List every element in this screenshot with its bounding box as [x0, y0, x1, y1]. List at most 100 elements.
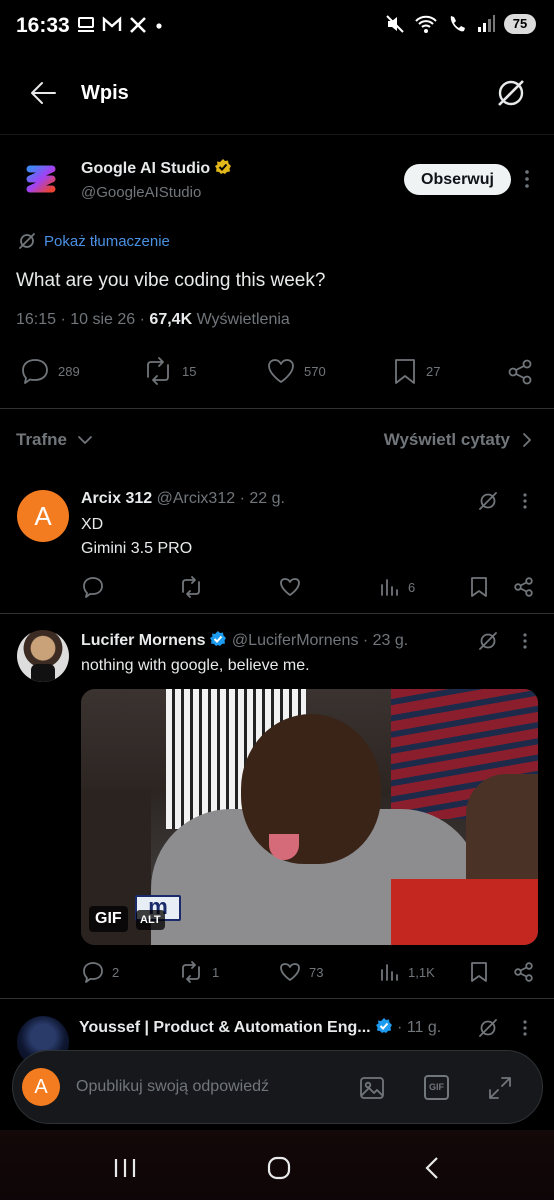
repost-icon	[147, 357, 169, 385]
grok-icon[interactable]	[478, 631, 498, 651]
share-icon[interactable]	[513, 961, 535, 983]
grok-icon[interactable]	[495, 77, 527, 109]
gif-man-face	[241, 714, 381, 864]
post-text: What are you vibe coding this week?	[16, 270, 326, 291]
reply-divider	[0, 613, 554, 614]
sort-label: Trafne	[16, 430, 68, 449]
reply-avatar-arcix[interactable]: A	[17, 490, 69, 542]
reply-author-name[interactable]: Arcix 312	[81, 490, 152, 507]
follow-button[interactable]: Obserwuj	[404, 164, 511, 195]
reply-count: 2	[112, 964, 120, 980]
translate-label[interactable]: Pokaż tłumaczenie	[44, 233, 170, 250]
author-avatar[interactable]	[16, 153, 68, 205]
back-arrow-icon[interactable]	[28, 78, 58, 108]
gif-media[interactable]: m GIF ALT	[81, 689, 538, 945]
views-count: 6	[408, 579, 416, 595]
back-nav-icon[interactable]	[424, 1156, 440, 1180]
view-quotes-label: Wyświetl cytaty	[383, 430, 510, 449]
repost-count: 15	[182, 363, 197, 379]
bookmark-icon[interactable]	[470, 961, 488, 983]
reply-author-name[interactable]: Lucifer Mornens	[81, 632, 205, 649]
gmail-icon	[102, 16, 122, 31]
x-logo-icon	[130, 17, 146, 33]
reply-action[interactable]: 289	[20, 357, 80, 385]
author-handle[interactable]: @GoogleAIStudio	[81, 184, 201, 201]
wifi-icon	[415, 15, 437, 33]
battery-indicator: 75	[504, 14, 536, 34]
compose-input[interactable]: Opublikuj swoją odpowiedź	[76, 1078, 269, 1096]
grok-icon[interactable]	[478, 491, 498, 511]
sort-dropdown[interactable]: Trafne	[16, 430, 93, 450]
reply-icon	[83, 962, 103, 983]
like-count: 570	[304, 363, 326, 379]
chevron-right-icon	[523, 433, 531, 447]
header-divider	[0, 134, 554, 135]
blue-verified-badge-icon	[210, 631, 227, 646]
reply-handle-time[interactable]: @LuciferMornens · 23 g.	[232, 632, 408, 649]
more-options-icon[interactable]	[521, 168, 533, 190]
heart-icon[interactable]	[279, 577, 301, 597]
reply-author-name[interactable]: Youssef | Product & Automation Eng...	[79, 1019, 371, 1036]
reply-header-lucifer[interactable]: Lucifer Mornens @LuciferMornens · 23 g.	[81, 630, 408, 650]
views-action[interactable]: 6	[380, 577, 415, 597]
bookmark-icon[interactable]	[470, 576, 488, 598]
repost-count: 1	[212, 964, 220, 980]
system-navigation-bar	[0, 1130, 554, 1200]
views-count: 1,1K	[408, 964, 435, 980]
translate-link[interactable]: Pokaż tłumaczenie	[18, 232, 170, 250]
system-icons: 75	[384, 13, 536, 35]
more-notifications-dot-icon	[156, 23, 162, 29]
reply-divider	[0, 998, 554, 999]
home-icon[interactable]	[267, 1156, 291, 1180]
more-options-icon[interactable]	[520, 1018, 530, 1038]
blue-verified-badge-icon	[375, 1018, 392, 1033]
post-timestamp: 16:15 · 10 sie 26 ·	[16, 311, 150, 328]
heart-icon	[268, 359, 294, 383]
gold-verified-badge-icon	[215, 159, 232, 174]
notification-icons	[76, 15, 164, 35]
image-icon[interactable]	[359, 1075, 385, 1101]
author-name[interactable]: Google AI Studio	[81, 160, 210, 177]
repost-action[interactable]: 1	[178, 961, 219, 983]
more-options-icon[interactable]	[520, 491, 530, 511]
reply-count: 289	[58, 363, 80, 379]
view-quotes-link[interactable]: Wyświetl cytaty	[384, 430, 532, 450]
gif-button[interactable]: GIF	[424, 1075, 449, 1100]
views-action[interactable]: 1,1K	[380, 962, 435, 982]
reply-header-arcix[interactable]: Arcix 312 @Arcix312 · 22 g.	[81, 490, 285, 508]
avatar-suit-shape	[31, 664, 55, 682]
like-action[interactable]: 73	[279, 962, 323, 982]
bookmark-action[interactable]: 27	[392, 357, 440, 385]
author-name-row[interactable]: Google AI Studio	[81, 158, 232, 178]
share-icon[interactable]	[513, 576, 535, 598]
bookmark-count: 27	[426, 363, 441, 379]
mute-icon	[386, 15, 404, 33]
more-options-icon[interactable]	[520, 631, 530, 651]
gif-red-shirt	[391, 879, 538, 945]
reply-time[interactable]: · 11 g.	[397, 1019, 441, 1036]
reply-text-line-1: XD	[81, 516, 104, 533]
reply-handle-time[interactable]: @Arcix312 · 22 g.	[157, 490, 285, 507]
chevron-down-icon	[78, 436, 92, 444]
reply-text: nothing with google, believe me.	[81, 657, 310, 674]
desktop-icon	[78, 17, 94, 32]
views-chart-icon	[381, 964, 398, 981]
recent-apps-icon[interactable]	[113, 1157, 137, 1179]
grok-icon[interactable]	[478, 1018, 498, 1038]
like-action[interactable]: 570	[266, 357, 326, 385]
top-app-bar: Wpis	[0, 60, 554, 130]
repost-action[interactable]: 15	[142, 357, 196, 385]
reply-action[interactable]: 2	[82, 961, 119, 983]
alt-text-badge[interactable]: ALT	[136, 910, 165, 930]
reply-compose-bar[interactable]: A Opublikuj swoją odpowiedź GIF	[12, 1050, 543, 1124]
google-ai-studio-logo-icon	[16, 153, 68, 205]
repost-icon[interactable]	[178, 576, 204, 598]
reply-header-youssef[interactable]: Youssef | Product & Automation Eng... · …	[79, 1017, 441, 1037]
heart-icon	[280, 963, 300, 981]
expand-icon[interactable]	[487, 1075, 513, 1101]
bookmark-icon	[395, 359, 415, 384]
post-divider	[0, 408, 554, 409]
reply-avatar-lucifer[interactable]	[17, 630, 69, 682]
reply-icon[interactable]	[82, 576, 104, 598]
share-icon[interactable]	[506, 358, 534, 386]
